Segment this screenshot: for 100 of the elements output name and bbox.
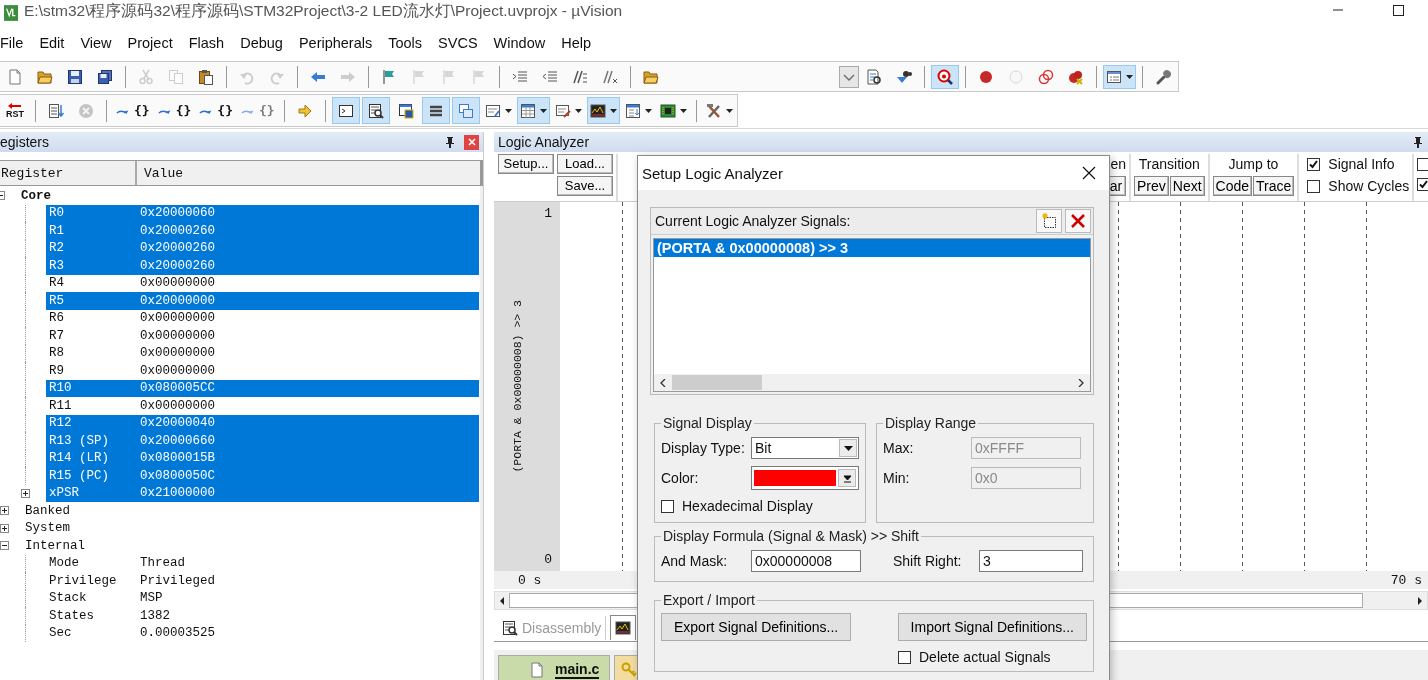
register-value: 0x20000000 [140, 293, 215, 308]
group-label: Jump to [1227, 155, 1280, 174]
register-name: R1 [49, 223, 65, 238]
button-label: RST [6, 110, 24, 119]
register-row[interactable]: R5 0x20000000 [46, 292, 479, 310]
register-name: R5 [49, 293, 65, 308]
field-label: Color: [661, 470, 700, 486]
checkbox-label: Signal Info [1328, 155, 1395, 174]
register-row[interactable]: R7 0x00000000 [46, 327, 479, 345]
register-name: R11 [49, 398, 73, 413]
save-button[interactable]: Save... [557, 176, 613, 196]
panel-title: egisters [0, 134, 50, 150]
register-name: R14 (LR) [49, 451, 110, 466]
dialog-title: Setup Logic Analyzer [642, 164, 783, 182]
toolbar-button[interactable]: {} [196, 97, 236, 124]
register-value: 0x20000060 [140, 206, 215, 221]
toolbar-button[interactable]: Trace [1253, 176, 1295, 196]
register-name: R2 [49, 241, 65, 256]
time-label: 70 s [1390, 572, 1422, 588]
register-row[interactable]: R12 0x20000040 [46, 414, 479, 432]
toolbar-button[interactable]: Code [1212, 176, 1253, 196]
checkbox-label: Hexadecimal Display [682, 498, 813, 514]
register-name: Mode [49, 556, 80, 571]
menu-item[interactable]: Help [561, 33, 591, 53]
register-row[interactable]: R8 0x00000000 [46, 344, 479, 362]
register-value: MSP [140, 591, 163, 606]
register-row[interactable]: R6 0x00000000 [46, 309, 479, 327]
menu-item[interactable]: File [0, 33, 24, 53]
register-name: Sec [49, 626, 73, 641]
column-header[interactable]: Value [137, 161, 183, 185]
input-field[interactable]: 0x00000008 [751, 550, 861, 572]
group-label: Display Range [884, 415, 978, 431]
register-row[interactable]: R10 0x080005CC [46, 379, 479, 397]
register-row[interactable]: Stack MSP [46, 589, 479, 607]
register-row[interactable]: Mode Thread [46, 554, 479, 572]
register-value: 0x21000000 [140, 486, 215, 501]
axis-label: 1 [544, 206, 553, 221]
register-value: 0x00000000 [140, 346, 215, 361]
menu-item[interactable]: Flash [188, 33, 225, 53]
tree-group-label[interactable]: Core [21, 188, 51, 203]
toolbar-button[interactable]: Prev [1134, 176, 1169, 196]
register-row[interactable]: R11 0x00000000 [46, 397, 479, 415]
group-label: en [1110, 155, 1126, 174]
register-row[interactable]: R15 (PC) 0x0800050C [46, 467, 479, 485]
input-field[interactable]: 3 [979, 550, 1083, 572]
menu-item[interactable]: Edit [39, 33, 65, 53]
register-row[interactable]: R0 0x20000060 [46, 204, 479, 222]
signal-name: (PORTA & 0x00000008) >> 3 [510, 300, 524, 473]
register-value: Privileged [140, 573, 215, 588]
register-value: 0x20000040 [140, 416, 215, 431]
register-value: 0x20000260 [140, 258, 215, 273]
signal-list-item[interactable]: (PORTA & 0x00000008) >> 3 [654, 239, 1090, 257]
tree-group-label[interactable]: Banked [25, 503, 70, 518]
register-name: R7 [49, 328, 65, 343]
tree-group-label[interactable]: System [25, 521, 70, 536]
menu-item[interactable]: View [80, 33, 112, 53]
setup-button[interactable]: Setup... [498, 154, 554, 174]
register-value: 0x0800050C [140, 468, 215, 483]
load-button[interactable]: Load... [557, 154, 613, 174]
register-value: 0x080005CC [140, 381, 215, 396]
register-value: 0x0800015B [140, 451, 215, 466]
register-row[interactable]: R1 0x20000260 [46, 222, 479, 240]
register-value: 0x00000000 [140, 276, 215, 291]
menu-item[interactable]: Debug [240, 33, 283, 53]
signals-label: Current Logic Analyzer Signals: [655, 213, 851, 229]
register-row[interactable]: R13 (SP) 0x20000660 [46, 432, 479, 450]
menu-item[interactable]: Tools [388, 33, 423, 53]
register-value: Thread [140, 556, 185, 571]
toolbar-button[interactable]: RST [1, 97, 29, 124]
register-name: R13 (SP) [49, 433, 110, 448]
register-value: 0x20000260 [140, 241, 215, 256]
menu-item[interactable]: SVCS [438, 33, 478, 53]
field-label: Display Type: [661, 440, 745, 456]
register-row[interactable]: Sec 0.00003525 [46, 624, 479, 642]
register-name: R4 [49, 276, 65, 291]
menu-item[interactable]: Project [127, 33, 173, 53]
menu-item[interactable]: Window [493, 33, 546, 53]
display-type-dropdown[interactable]: Bit [751, 437, 859, 459]
register-row[interactable]: R4 0x00000000 [46, 274, 479, 292]
column-header[interactable]: Register [0, 161, 137, 185]
button-label: {} [175, 103, 192, 118]
import-button[interactable]: Import Signal Definitions... [897, 613, 1087, 641]
export-button[interactable]: Export Signal Definitions... [661, 613, 852, 641]
field-label: Shift Right: [893, 553, 963, 569]
register-name: R15 (PC) [49, 468, 110, 483]
toolbar-button[interactable]: {} [154, 97, 195, 124]
field-label: And Mask: [661, 553, 729, 569]
register-row[interactable]: R3 0x20000260 [46, 257, 479, 275]
toolbar-button[interactable]: Next [1169, 176, 1205, 196]
menu-item[interactable]: Peripherals [298, 33, 373, 53]
toolbar-button[interactable]: {} [113, 97, 153, 124]
file-tab[interactable]: main.c [498, 655, 611, 680]
tree-group-label[interactable]: Internal [25, 538, 85, 553]
register-value: 0x00000000 [140, 311, 215, 326]
group-label: Export / Import [662, 592, 756, 608]
group-label: Display Formula (Signal & Mask) >> Shift [662, 528, 920, 544]
register-row[interactable]: Privilege Privileged [46, 572, 479, 590]
register-row[interactable]: States 1382 [46, 607, 479, 625]
register-name: R0 [49, 206, 65, 221]
register-row[interactable]: R9 0x00000000 [46, 362, 479, 380]
